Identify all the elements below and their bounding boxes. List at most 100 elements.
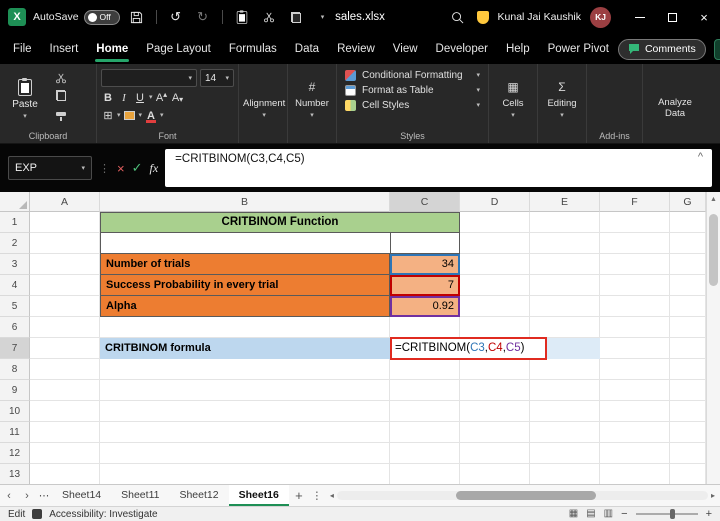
close-button[interactable]: × bbox=[688, 0, 720, 34]
paste-quick-button[interactable] bbox=[232, 6, 252, 28]
cell-F2[interactable] bbox=[600, 233, 670, 254]
column-header-E[interactable]: E bbox=[530, 192, 600, 212]
cell-A3[interactable] bbox=[30, 254, 100, 275]
cell-G2[interactable] bbox=[670, 233, 706, 254]
cell-A7[interactable] bbox=[30, 338, 100, 359]
row-header-12[interactable]: 12 bbox=[0, 443, 30, 464]
cell-E13[interactable] bbox=[530, 464, 600, 484]
cell-B12[interactable] bbox=[100, 443, 390, 464]
cell-A6[interactable] bbox=[30, 317, 100, 338]
font-name-select[interactable]: ▾ bbox=[101, 69, 197, 87]
copy-button[interactable] bbox=[53, 89, 69, 102]
comments-button[interactable]: Comments bbox=[617, 38, 706, 60]
cell-F6[interactable] bbox=[600, 317, 670, 338]
number-button[interactable]: # Number ▾ bbox=[292, 69, 332, 129]
minimize-button[interactable] bbox=[624, 0, 656, 34]
borders-button[interactable]: ⊞ bbox=[101, 108, 115, 123]
add-sheet-button[interactable]: + bbox=[289, 488, 309, 503]
row-header-5[interactable]: 5 bbox=[0, 296, 30, 317]
cell-B8[interactable] bbox=[100, 359, 390, 380]
cell-F3[interactable] bbox=[600, 254, 670, 275]
font-color-button[interactable]: A bbox=[144, 108, 158, 123]
row-header-7[interactable]: 7 bbox=[0, 338, 30, 359]
format-as-table-button[interactable]: Format as Table ▾ bbox=[345, 85, 480, 96]
cell-A1[interactable] bbox=[30, 212, 100, 233]
cell-D2[interactable] bbox=[460, 233, 530, 254]
cell-B2-empty[interactable] bbox=[100, 233, 460, 254]
cell-A4[interactable] bbox=[30, 275, 100, 296]
cell-G1[interactable] bbox=[670, 212, 706, 233]
maximize-button[interactable] bbox=[656, 0, 688, 34]
cut-quick-button[interactable] bbox=[259, 6, 279, 28]
column-header-B[interactable]: B bbox=[100, 192, 390, 212]
cell-A11[interactable] bbox=[30, 422, 100, 443]
font-size-select[interactable]: 14 ▾ bbox=[200, 69, 234, 87]
editing-button[interactable]: Σ Editing ▾ bbox=[542, 69, 582, 129]
cell-styles-button[interactable]: Cell Styles ▾ bbox=[345, 100, 480, 111]
cell-G13[interactable] bbox=[670, 464, 706, 484]
cell-B1-title[interactable]: CRITBINOM Function bbox=[100, 212, 460, 233]
menu-tab-power-pivot[interactable]: Power Pivot bbox=[539, 34, 618, 64]
scroll-right-icon[interactable]: ▸ bbox=[711, 491, 715, 500]
redo-button[interactable]: ↻ bbox=[193, 6, 213, 28]
analyze-data-button[interactable]: Analyze Data bbox=[647, 69, 703, 129]
row-header-13[interactable]: 13 bbox=[0, 464, 30, 484]
horizontal-scrollbar[interactable]: ◂ ▸ bbox=[325, 491, 720, 500]
menu-tab-review[interactable]: Review bbox=[328, 34, 384, 64]
user-name[interactable]: Kunal Jai Kaushik bbox=[498, 11, 581, 23]
cell-E12[interactable] bbox=[530, 443, 600, 464]
cell-E11[interactable] bbox=[530, 422, 600, 443]
cell-D12[interactable] bbox=[460, 443, 530, 464]
autosave-toggle[interactable]: AutoSave Off bbox=[33, 9, 120, 25]
sheet-nav-left-icon[interactable]: ‹ bbox=[0, 490, 18, 502]
menu-tab-home[interactable]: Home bbox=[87, 34, 137, 64]
page-layout-view-icon[interactable]: ▤ bbox=[586, 509, 595, 519]
alignment-button[interactable]: Alignment ▾ bbox=[243, 69, 285, 129]
cell-F10[interactable] bbox=[600, 401, 670, 422]
scroll-up-icon[interactable]: ▲ bbox=[707, 192, 720, 203]
menu-tab-insert[interactable]: Insert bbox=[41, 34, 88, 64]
save-button[interactable] bbox=[127, 6, 147, 28]
cell-E10[interactable] bbox=[530, 401, 600, 422]
cell-C9[interactable] bbox=[390, 380, 460, 401]
cell-E6[interactable] bbox=[530, 317, 600, 338]
sheet-nav-right-icon[interactable]: › bbox=[18, 490, 36, 502]
cells-button[interactable]: ▦ Cells ▾ bbox=[493, 69, 533, 129]
name-box[interactable]: EXP ▾ bbox=[8, 156, 92, 180]
increase-font-button[interactable]: A ▴ bbox=[155, 90, 169, 105]
menu-tab-page-layout[interactable]: Page Layout bbox=[137, 34, 220, 64]
row-header-9[interactable]: 9 bbox=[0, 380, 30, 401]
cell-D5[interactable] bbox=[460, 296, 530, 317]
cell-F13[interactable] bbox=[600, 464, 670, 484]
underline-button[interactable]: U bbox=[133, 90, 147, 105]
cell-G10[interactable] bbox=[670, 401, 706, 422]
tab-overflow-icon[interactable]: ⋮ bbox=[309, 490, 325, 502]
menu-tab-help[interactable]: Help bbox=[497, 34, 539, 64]
zoom-out-button[interactable]: − bbox=[621, 508, 627, 520]
autosave-switch[interactable]: Off bbox=[83, 9, 120, 25]
confirm-entry-button[interactable]: ✓ bbox=[132, 160, 143, 176]
sheet-list-more-icon[interactable]: ⋯ bbox=[36, 490, 52, 502]
cell-G9[interactable] bbox=[670, 380, 706, 401]
row-header-11[interactable]: 11 bbox=[0, 422, 30, 443]
cell-A13[interactable] bbox=[30, 464, 100, 484]
zoom-slider-thumb[interactable] bbox=[669, 509, 675, 519]
cell-A5[interactable] bbox=[30, 296, 100, 317]
zoom-in-button[interactable]: + bbox=[706, 508, 712, 520]
select-all-corner[interactable] bbox=[0, 192, 30, 212]
insert-function-button[interactable]: fx bbox=[150, 161, 159, 176]
decrease-font-button[interactable]: A ▾ bbox=[171, 90, 185, 105]
cell-B10[interactable] bbox=[100, 401, 390, 422]
cell-C10[interactable] bbox=[390, 401, 460, 422]
horizontal-scroll-track[interactable] bbox=[336, 491, 708, 500]
sheet-tab-sheet11[interactable]: Sheet11 bbox=[111, 485, 169, 506]
cancel-entry-button[interactable]: × bbox=[117, 161, 125, 176]
sheet-tab-sheet12[interactable]: Sheet12 bbox=[169, 485, 228, 506]
cell-E5[interactable] bbox=[530, 296, 600, 317]
menu-tab-data[interactable]: Data bbox=[286, 34, 328, 64]
normal-view-icon[interactable]: ▦ bbox=[569, 509, 578, 519]
cell-G7[interactable] bbox=[670, 338, 706, 359]
cell-C3-value[interactable]: 34 bbox=[390, 254, 460, 275]
column-header-A[interactable]: A bbox=[30, 192, 100, 212]
cell-G3[interactable] bbox=[670, 254, 706, 275]
